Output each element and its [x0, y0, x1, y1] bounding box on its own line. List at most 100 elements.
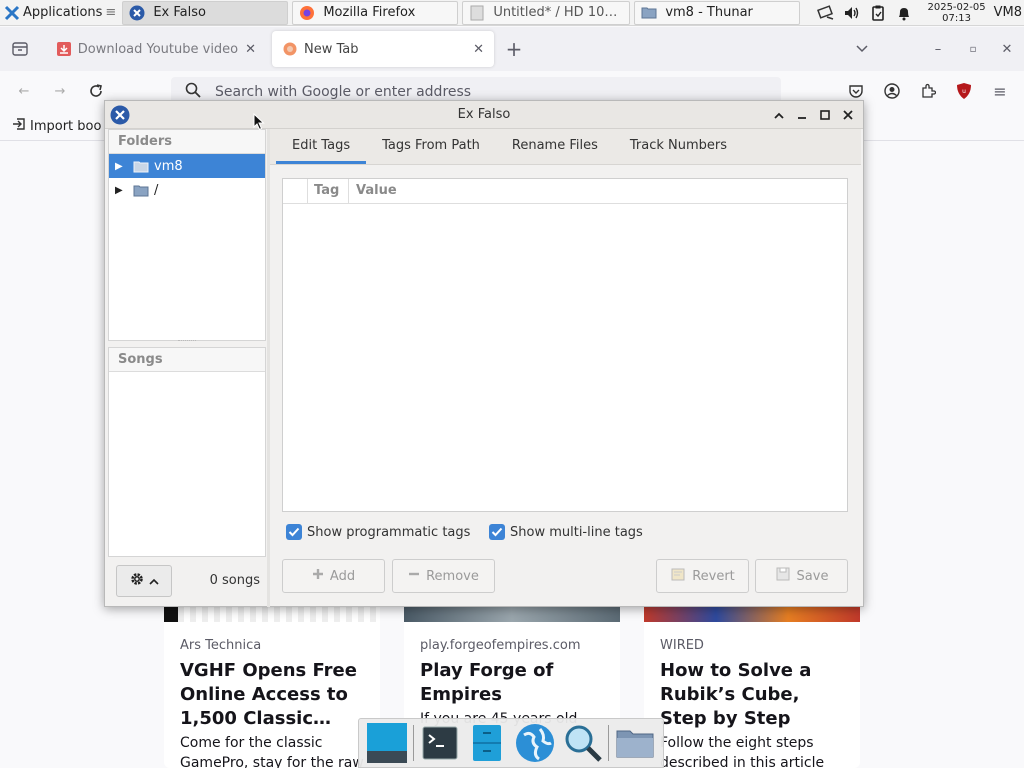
list-all-tabs-chevron-icon[interactable] [850, 37, 874, 61]
checkmark-icon [286, 524, 302, 540]
svg-text:u: u [962, 88, 966, 95]
top-panel: Applications ≡ Ex Falso Mozilla Firefox … [0, 0, 1024, 26]
folder-label: / [154, 182, 159, 198]
column-value[interactable]: Value [349, 179, 397, 203]
applications-menu[interactable]: Applications ≡ [0, 0, 120, 26]
story-description: Come for the classic GamePro, stay for t… [180, 735, 364, 768]
story-source: play.forgeofempires.com [420, 638, 581, 653]
column-check[interactable] [283, 179, 308, 203]
expander-arrow-icon[interactable]: ▶ [115, 185, 125, 196]
file-cabinet-icon[interactable] [465, 721, 509, 765]
applications-label: Applications [23, 5, 103, 20]
tag-table[interactable]: Tag Value [282, 178, 848, 512]
task-label: Untitled* / HD 1080... [493, 5, 624, 20]
folder-icon [133, 161, 149, 172]
close-window-icon[interactable]: ✕ [995, 37, 1019, 61]
dock [358, 718, 664, 768]
tab-download-youtube[interactable]: Download Youtube video ✕ [46, 31, 266, 67]
forward-arrow-icon[interactable]: → [48, 79, 72, 103]
story-title: Play Forge of Empires [420, 660, 554, 705]
gear-icon [129, 571, 145, 591]
tab-new-tab[interactable]: New Tab ✕ [272, 31, 494, 67]
folder-icon[interactable] [613, 721, 657, 765]
task-label: vm8 - Thunar [665, 5, 753, 20]
show-desktop-icon[interactable] [365, 721, 409, 765]
story-title: VGHF Opens Free Online Access to 1,500 C… [180, 660, 357, 729]
task-label: Mozilla Firefox [323, 5, 416, 20]
firefox-icon [282, 41, 298, 57]
plus-icon [312, 568, 324, 584]
back-arrow-icon[interactable]: ← [12, 79, 36, 103]
close-tab-icon[interactable]: ✕ [245, 42, 256, 57]
tab-track-numbers[interactable]: Track Numbers [614, 129, 743, 164]
hamburger-menu-icon[interactable]: ≡ [988, 79, 1012, 103]
account-icon[interactable] [880, 79, 904, 103]
column-tag[interactable]: Tag [308, 179, 349, 203]
clipboard-icon[interactable] [867, 2, 889, 24]
minimize-icon[interactable]: – [926, 37, 950, 61]
story-card[interactable]: Ars Technica VGHF Opens Free Online Acce… [164, 602, 380, 768]
task-thunar[interactable]: vm8 - Thunar [634, 0, 801, 25]
songs-count: 0 songs [209, 573, 260, 588]
task-exfalso[interactable]: Ex Falso [122, 0, 289, 25]
download-icon [56, 41, 72, 57]
revert-icon [670, 566, 686, 586]
tab-label: Download Youtube video [77, 41, 239, 57]
folder-row-root[interactable]: ▶ / [109, 178, 265, 202]
terminal-icon[interactable] [418, 721, 462, 765]
task-untitled[interactable]: Untitled* / HD 1080... [462, 0, 631, 25]
import-bookmarks-button[interactable]: Import boo [12, 117, 101, 135]
story-source: Ars Technica [180, 638, 262, 653]
remove-button[interactable]: Remove [392, 559, 495, 593]
preferences-menu-button[interactable] [116, 565, 172, 597]
save-button[interactable]: Save [755, 559, 848, 593]
new-tab-plus-icon[interactable]: + [502, 37, 526, 61]
exfalso-titlebar[interactable]: Ex Falso [105, 101, 863, 129]
add-button[interactable]: Add [282, 559, 385, 593]
save-label: Save [796, 568, 829, 584]
maximize-icon[interactable] [815, 105, 835, 125]
tab-edit-tags[interactable]: Edit Tags [276, 129, 367, 164]
extensions-puzzle-icon[interactable] [916, 79, 940, 103]
document-icon [469, 5, 485, 21]
window-title: Ex Falso [457, 107, 511, 122]
clock[interactable]: 2025-02-05 07:13 [927, 2, 985, 24]
show-multiline-checkbox[interactable]: Show multi-line tags [489, 524, 643, 540]
menu-icon: ≡ [105, 5, 117, 20]
tab-overview-icon[interactable] [8, 37, 32, 61]
import-bookmarks-label: Import boo [30, 118, 102, 134]
dock-separator [412, 725, 414, 761]
close-icon[interactable] [838, 105, 858, 125]
system-tray: 2025-02-05 07:13 VM8 [813, 0, 1024, 26]
expander-arrow-icon[interactable]: ▶ [115, 161, 125, 172]
folders-header: Folders [109, 130, 265, 154]
close-tab-icon[interactable]: ✕ [473, 42, 484, 57]
magnifier-search-icon[interactable] [561, 721, 605, 765]
ublock-shield-icon[interactable]: u [952, 79, 976, 103]
firefox-tabbar: Download Youtube video ✕ New Tab ✕ + – ▫… [0, 27, 1024, 71]
story-title: How to Solve a Rubik’s Cube, Step by Ste… [660, 660, 812, 729]
task-label: Ex Falso [153, 5, 206, 20]
task-firefox[interactable]: Mozilla Firefox [292, 0, 459, 25]
pane-resize-handle[interactable] [178, 340, 196, 343]
roll-up-icon[interactable] [769, 105, 789, 125]
remove-label: Remove [426, 568, 479, 584]
tab-rename-files[interactable]: Rename Files [496, 129, 614, 164]
mouse-cursor-icon [253, 112, 265, 135]
exfalso-window: Ex Falso Folders ▶ vm8 ▶ / Songs 0 songs… [104, 100, 864, 607]
show-programmatic-checkbox[interactable]: Show programmatic tags [286, 524, 470, 540]
story-card[interactable]: WIRED How to Solve a Rubik’s Cube, Step … [644, 602, 860, 768]
user-menu[interactable]: VM8 [994, 5, 1022, 20]
tab-tags-from-path[interactable]: Tags From Path [366, 129, 496, 164]
minimize-icon[interactable] [792, 105, 812, 125]
browser-sidebar: Folders ▶ vm8 ▶ / Songs 0 songs [108, 129, 266, 605]
add-label: Add [329, 568, 356, 584]
network-icon[interactable] [815, 2, 837, 24]
revert-button[interactable]: Revert [656, 559, 749, 593]
maximize-icon[interactable]: ▫ [961, 37, 985, 61]
volume-icon[interactable] [841, 2, 863, 24]
web-browser-globe-icon[interactable] [513, 721, 557, 765]
folder-icon [133, 185, 149, 196]
folder-row-vm8[interactable]: ▶ vm8 [109, 154, 265, 178]
notification-bell-icon[interactable] [893, 2, 915, 24]
